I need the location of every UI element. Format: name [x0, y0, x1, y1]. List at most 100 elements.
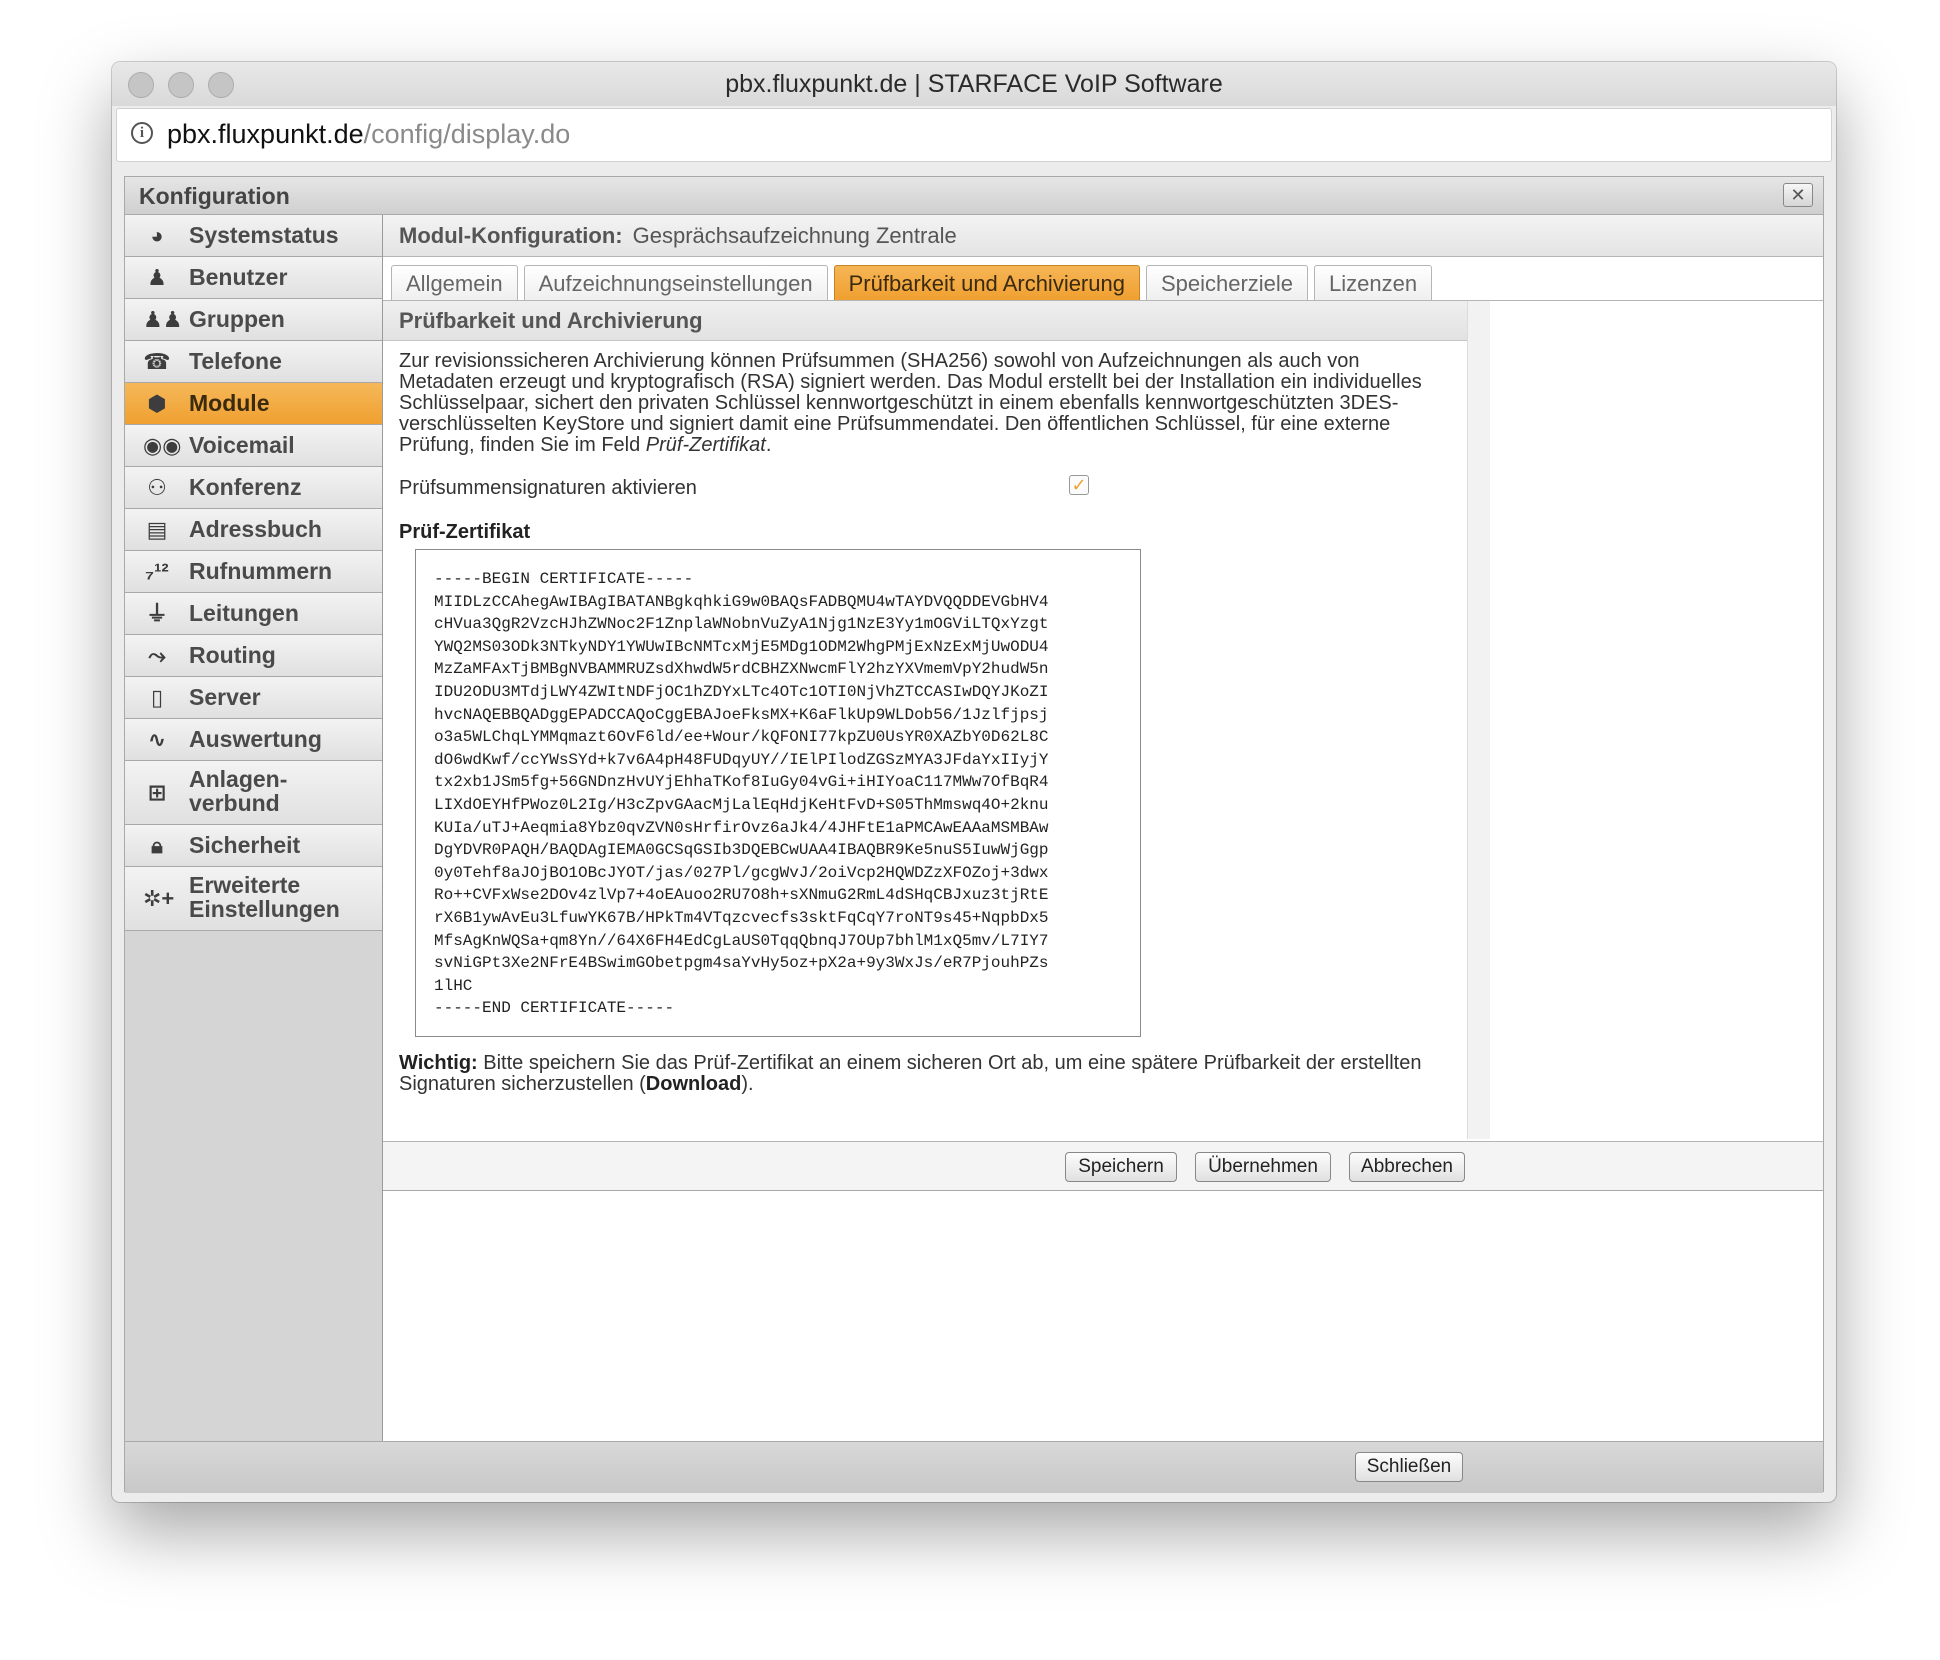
numbers-icon: ₇¹²	[145, 559, 169, 584]
dialog-header: Konfiguration ✕	[125, 177, 1823, 215]
important-note: Wichtig: Bitte speichern Sie das Prüf-Ze…	[399, 1053, 1469, 1095]
note-text: Bitte speichern Sie das Prüf-Zertifikat …	[399, 1052, 1422, 1095]
note-end: ).	[741, 1073, 754, 1095]
tab-allgemein[interactable]: Allgemein	[391, 265, 518, 300]
tab-pruefbarkeit[interactable]: Prüfbarkeit und Archivierung	[833, 265, 1140, 300]
scrollbar[interactable]	[1467, 301, 1490, 1139]
minimize-window-button[interactable]	[168, 72, 194, 98]
sidebar-item-label-line2: Einstellungen	[189, 896, 340, 922]
sidebar-item-label: Systemstatus	[189, 222, 339, 248]
description-text: Zur revisionssicheren Archivierung könne…	[399, 351, 1459, 456]
sidebar-item-erweiterte-einstellungen[interactable]: ✲+ Erweiterte Einstellungen	[125, 867, 382, 931]
close-window-button[interactable]	[128, 72, 154, 98]
info-icon[interactable]: i	[131, 122, 153, 144]
url-domain: pbx.fluxpunkt.de	[167, 119, 364, 149]
apply-button[interactable]: Übernehmen	[1195, 1152, 1331, 1182]
cancel-button[interactable]: Abbrechen	[1349, 1152, 1465, 1182]
action-bar: Speichern Übernehmen Abbrechen	[383, 1141, 1823, 1191]
tab-speicherziele[interactable]: Speicherziele	[1145, 265, 1309, 300]
user-icon: ♟	[147, 265, 167, 290]
conference-icon: ⚇	[147, 475, 167, 500]
sidebar-item-module[interactable]: ⬢ Module	[125, 383, 382, 425]
activate-signatures-label: Prüfsummensignaturen aktivieren	[399, 477, 697, 499]
main-content: Modul-Konfiguration: Gesprächsaufzeichnun…	[383, 215, 1823, 1441]
sidebar-item-label: Gruppen	[189, 306, 285, 332]
module-heading-value: Gesprächsaufzeichnung Zentrale	[632, 223, 957, 248]
sidebar-item-voicemail[interactable]: ◉◉ Voicemail	[125, 425, 382, 467]
certificate-field[interactable]: -----BEGIN CERTIFICATE----- MIIDLzCCAheg…	[415, 549, 1141, 1037]
group-icon: ♟♟	[143, 307, 183, 332]
address-bar[interactable]: i pbx.fluxpunkt.de/config/display.do	[116, 108, 1832, 162]
activate-signatures-checkbox[interactable]: ✓	[1069, 475, 1089, 495]
sidebar-item-adressbuch[interactable]: ▤ Adressbuch	[125, 509, 382, 551]
sidebar-item-label: Routing	[189, 642, 276, 668]
phone-icon: ☎	[143, 349, 171, 374]
sidebar-item-konferenz[interactable]: ⚇ Konferenz	[125, 467, 382, 509]
certificate-title: Prüf-Zertifikat	[399, 521, 531, 543]
zoom-window-button[interactable]	[208, 72, 234, 98]
sidebar-item-label: Sicherheit	[189, 832, 301, 858]
description-main: Zur revisionssicheren Archivierung könne…	[399, 350, 1422, 456]
sidebar-item-server[interactable]: ▯ Server	[125, 677, 382, 719]
sidebar-item-label: Server	[189, 684, 261, 710]
url-text[interactable]: pbx.fluxpunkt.de/config/display.do	[167, 109, 570, 159]
browser-title: pbx.fluxpunkt.de | STARFACE VoIP Softwar…	[725, 70, 1223, 98]
sidebar-item-label: Anlagen-verbund	[189, 767, 287, 815]
section-title: Prüfbarkeit und Archivierung	[383, 301, 1467, 341]
sidebar-item-label: Voicemail	[189, 432, 295, 458]
gears-icon: ✲+	[143, 886, 175, 911]
tab-aufzeichnungseinstellungen[interactable]: Aufzeichnungseinstellungen	[523, 265, 828, 300]
sidebar-item-label: Rufnummern	[189, 558, 333, 584]
module-icon: ⬢	[147, 391, 167, 416]
note-label: Wichtig:	[399, 1052, 478, 1074]
lock-icon: 🔒︎	[151, 833, 163, 858]
sidebar-item-systemstatus[interactable]: ◕ Systemstatus	[125, 215, 382, 257]
sidebar-item-label: Erweiterte Einstellungen	[189, 873, 340, 921]
sidebar-item-sicherheit[interactable]: 🔒︎ Sicherheit	[125, 825, 382, 867]
dialog-title: Konfiguration	[139, 183, 290, 209]
sidebar-item-label: Konferenz	[189, 474, 302, 500]
dialog-close-icon[interactable]: ✕	[1783, 183, 1813, 207]
sidebar-item-label-line2: verbund	[189, 790, 280, 816]
description-field-name: Prüf-Zertifikat	[645, 434, 766, 456]
module-heading: Modul-Konfiguration: Gesprächsaufzeichnun…	[383, 215, 1823, 257]
tab-bar: Allgemein Aufzeichnungseinstellungen Prü…	[391, 265, 1433, 301]
config-dialog: Konfiguration ✕ ◕ Systemstatus ♟ Benutze…	[124, 176, 1824, 1493]
close-button[interactable]: Schließen	[1355, 1452, 1463, 1482]
module-heading-label: Modul-Konfiguration:	[399, 223, 623, 248]
description-end: .	[765, 434, 772, 456]
sidebar-item-gruppen[interactable]: ♟♟ Gruppen	[125, 299, 382, 341]
browser-window: pbx.fluxpunkt.de | STARFACE VoIP Softwar…	[112, 62, 1836, 1502]
sidebar-item-rufnummern[interactable]: ₇¹² Rufnummern	[125, 551, 382, 593]
network-icon: ⊞	[147, 780, 167, 805]
sidebar-item-auswertung[interactable]: ∿ Auswertung	[125, 719, 382, 761]
lines-icon: ⏚	[145, 601, 168, 626]
sidebar-item-label: Benutzer	[189, 264, 288, 290]
download-link[interactable]: Download	[646, 1073, 742, 1095]
sidebar-item-label-line1: Erweiterte	[189, 872, 301, 898]
sidebar-item-leitungen[interactable]: ⏚ Leitungen	[125, 593, 382, 635]
browser-titlebar: pbx.fluxpunkt.de | STARFACE VoIP Softwar…	[112, 62, 1836, 106]
sidebar-item-label: Telefone	[189, 348, 282, 374]
routing-icon: ⤳	[148, 643, 166, 668]
sidebar-item-label-line1: Anlagen-	[189, 766, 288, 792]
sidebar: ◕ Systemstatus ♟ Benutzer ♟♟ Gruppen ☎ T…	[125, 215, 383, 1441]
sidebar-item-label: Adressbuch	[189, 516, 322, 542]
dialog-footer: Schließen	[125, 1441, 1823, 1493]
chart-icon: ∿	[147, 727, 167, 752]
save-button[interactable]: Speichern	[1065, 1152, 1177, 1182]
url-path: /config/display.do	[363, 119, 571, 149]
tab-lizenzen[interactable]: Lizenzen	[1314, 265, 1433, 300]
sidebar-item-label: Leitungen	[189, 600, 299, 626]
server-icon: ▯	[150, 685, 164, 710]
sidebar-item-routing[interactable]: ⤳ Routing	[125, 635, 382, 677]
sidebar-item-anlagenverbund[interactable]: ⊞ Anlagen-verbund	[125, 761, 382, 825]
sidebar-item-telefone[interactable]: ☎ Telefone	[125, 341, 382, 383]
voicemail-icon: ◉◉	[143, 433, 182, 458]
status-icon: ◕	[150, 223, 164, 248]
window-controls	[128, 72, 234, 98]
sidebar-item-label: Auswertung	[189, 726, 322, 752]
sidebar-item-benutzer[interactable]: ♟ Benutzer	[125, 257, 382, 299]
sidebar-item-label: Module	[189, 390, 270, 416]
certificate-text: -----BEGIN CERTIFICATE----- MIIDLzCCAheg…	[434, 570, 1049, 1018]
